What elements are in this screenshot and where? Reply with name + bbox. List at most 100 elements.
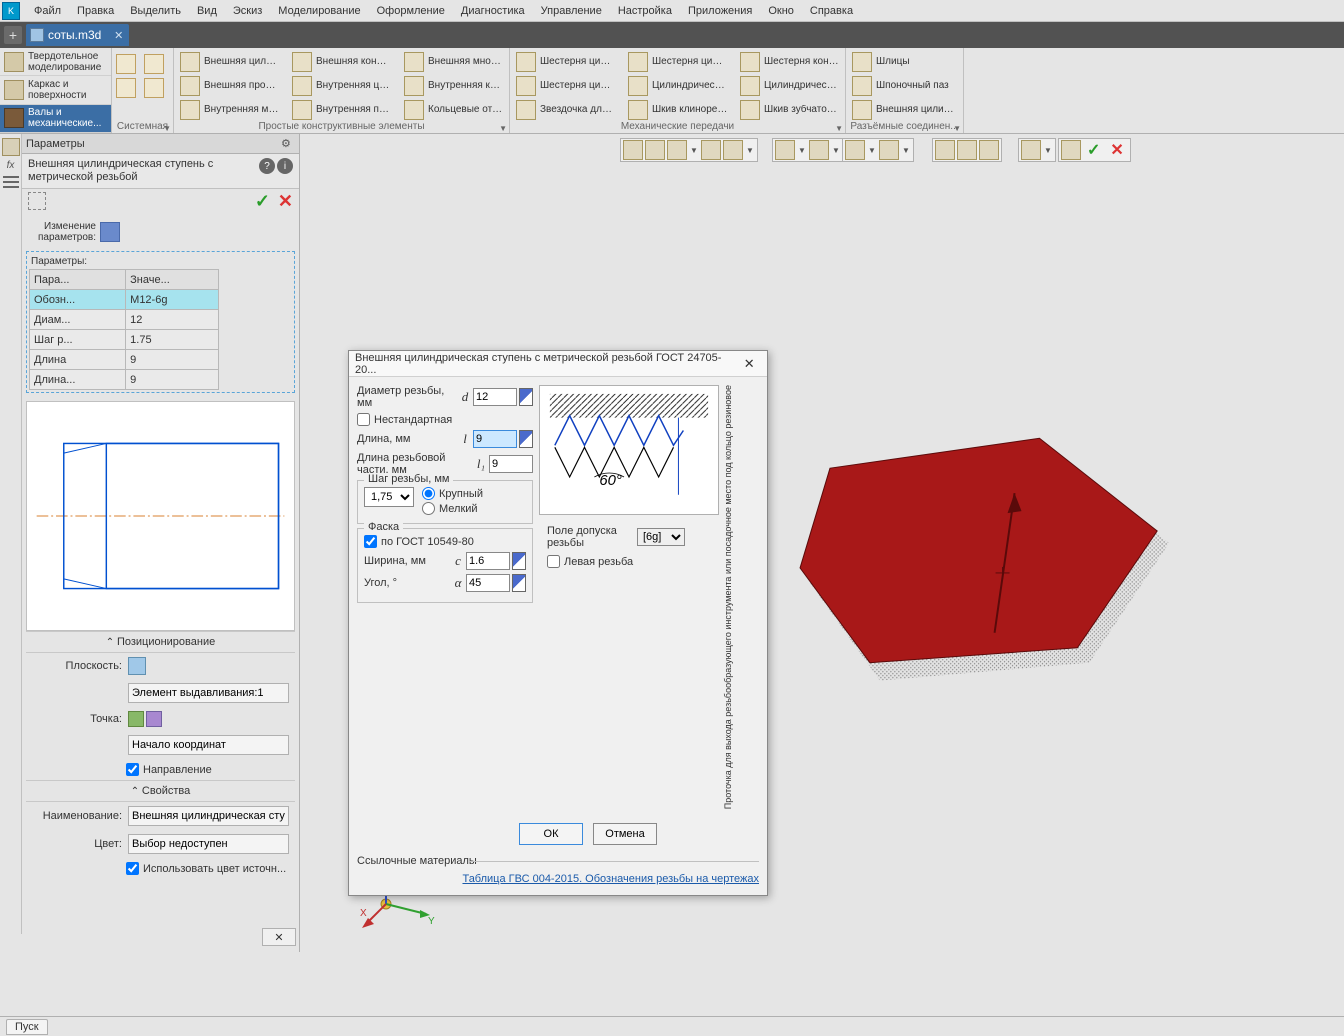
- table-row[interactable]: Шаг р...1.75: [30, 330, 219, 350]
- direction-checkbox[interactable]: [126, 763, 139, 776]
- menu-file[interactable]: Файл: [26, 2, 69, 20]
- chamfer-angle-input[interactable]: [466, 574, 510, 592]
- menu-window[interactable]: Окно: [760, 2, 802, 20]
- print-icon[interactable]: [116, 78, 136, 98]
- menu-diag[interactable]: Диагностика: [453, 2, 533, 20]
- table-row[interactable]: Длина9: [30, 350, 219, 370]
- chamfer-width-input[interactable]: [466, 552, 510, 570]
- color-field: [128, 834, 289, 854]
- save-icon[interactable]: [144, 54, 164, 74]
- hamburger-icon[interactable]: [3, 175, 19, 189]
- ext-prof-icon: [180, 76, 200, 96]
- name-field[interactable]: [128, 806, 289, 826]
- ok-button[interactable]: ОК: [519, 823, 583, 845]
- calculator-icon[interactable]: [100, 222, 120, 242]
- expand-icon[interactable]: [519, 388, 533, 406]
- autobuild-icon[interactable]: [28, 192, 46, 210]
- params-header: Параметры ⚙: [22, 134, 299, 154]
- int-poly-icon: [180, 100, 200, 120]
- shaft-icon: [4, 108, 24, 128]
- menu-design[interactable]: Оформление: [369, 2, 453, 20]
- menu-edit[interactable]: Правка: [69, 2, 122, 20]
- cancel-button[interactable]: ✕: [278, 191, 293, 212]
- gear-icon: [516, 52, 536, 72]
- pitch-coarse-radio[interactable]: [422, 487, 435, 500]
- length-input[interactable]: [473, 430, 517, 448]
- params-subheader: Внешняя цилиндрическая ступень с метриче…: [22, 154, 299, 189]
- parameters-panel: Параметры ⚙ Внешняя цилиндрическая ступе…: [22, 134, 300, 952]
- document-tab-bar: + соты.m3d ✕: [0, 22, 1344, 48]
- workspace-solid[interactable]: Твердотельное моделирование: [0, 48, 111, 76]
- ext-cyl-button[interactable]: Внешняя цилиндрическ...: [176, 50, 284, 74]
- workspace-shafts[interactable]: Валы и механические...: [0, 105, 111, 133]
- section-properties[interactable]: Свойства: [26, 780, 295, 802]
- plane-icon[interactable]: [128, 657, 146, 675]
- sprocket-icon: [516, 100, 536, 120]
- plane-field[interactable]: [128, 683, 289, 703]
- help-icon[interactable]: ?: [259, 158, 275, 174]
- svg-text:60°: 60°: [599, 473, 621, 489]
- tree-icon[interactable]: [2, 138, 20, 156]
- menu-settings[interactable]: Настройка: [610, 2, 680, 20]
- info-icon[interactable]: i: [277, 158, 293, 174]
- tolerance-select[interactable]: [6g]: [637, 528, 685, 546]
- expand-icon[interactable]: [519, 430, 533, 448]
- ext-prof-button[interactable]: Внешняя профильная с...: [176, 74, 284, 98]
- menu-modeling[interactable]: Моделирование: [270, 2, 368, 20]
- side-toolbar: fx: [0, 134, 22, 934]
- left-thread-checkbox[interactable]: [547, 555, 560, 568]
- app-icon: K: [2, 2, 20, 20]
- point-icon[interactable]: [128, 711, 144, 727]
- reference-link[interactable]: Таблица ГВС 004-2015. Обозначения резьбы…: [357, 873, 759, 885]
- table-row[interactable]: Обозн...M12-6g: [30, 290, 219, 310]
- ribbon-group-joints: Шлицы Шпоночный паз Внешняя цилиндрическ…: [846, 48, 964, 133]
- pitch-fine-radio[interactable]: [422, 502, 435, 515]
- solid-icon: [4, 52, 24, 72]
- fx-icon[interactable]: fx: [7, 160, 15, 171]
- svg-text:X: X: [360, 908, 367, 919]
- close-icon[interactable]: ✕: [737, 356, 761, 372]
- point-field[interactable]: [128, 735, 289, 755]
- open-icon[interactable]: [116, 54, 136, 74]
- menu-view[interactable]: Вид: [189, 2, 225, 20]
- gear-icon[interactable]: ⚙: [281, 137, 295, 151]
- surface-icon: [4, 80, 24, 100]
- menu-select[interactable]: Выделить: [122, 2, 189, 20]
- ext-cyl-icon: [180, 52, 200, 72]
- document-icon: [30, 28, 44, 42]
- menu-apps[interactable]: Приложения: [680, 2, 760, 20]
- expand-icon[interactable]: [512, 574, 526, 592]
- nonstandard-checkbox[interactable]: [357, 413, 370, 426]
- tab-title: соты.m3d: [48, 28, 101, 42]
- new-tab-button[interactable]: +: [4, 26, 22, 44]
- cancel-button[interactable]: Отмена: [593, 823, 657, 845]
- table-row[interactable]: Диам...12: [30, 310, 219, 330]
- diameter-input[interactable]: [473, 388, 517, 406]
- pitch-select[interactable]: 1,75: [364, 487, 414, 507]
- status-bar: Пуск: [0, 1016, 1344, 1036]
- params-actions: ✓ ✕: [22, 189, 299, 213]
- menu-sketch[interactable]: Эскиз: [225, 2, 270, 20]
- start-tab[interactable]: Пуск: [6, 1019, 48, 1035]
- int-poly-button[interactable]: Внутренняя многогранна...: [176, 98, 284, 122]
- point-icon-2[interactable]: [146, 711, 162, 727]
- close-icon[interactable]: ✕: [114, 29, 123, 42]
- table-row[interactable]: Длина...9: [30, 370, 219, 390]
- menu-help[interactable]: Справка: [802, 2, 861, 20]
- panel-close-button[interactable]: ✕: [262, 928, 296, 946]
- vertical-caption: Проточка для выхода резьбообразующего ин…: [723, 385, 733, 809]
- key-icon: [852, 76, 872, 96]
- section-positioning[interactable]: Позиционирование: [26, 631, 295, 653]
- apply-button[interactable]: ✓: [255, 191, 270, 212]
- thread-length-input[interactable]: [489, 455, 533, 473]
- workspace-surface[interactable]: Каркас и поверхности: [0, 76, 111, 104]
- ribbon-group-elements: Внешняя цилиндрическ... Внешняя профильн…: [174, 48, 510, 133]
- menu-manage[interactable]: Управление: [533, 2, 610, 20]
- use-src-color-checkbox[interactable]: [126, 862, 139, 875]
- expand-icon[interactable]: [512, 552, 526, 570]
- dialog-titlebar[interactable]: Внешняя цилиндрическая ступень с метриче…: [349, 351, 767, 377]
- document-tab[interactable]: соты.m3d ✕: [26, 24, 129, 46]
- saveall-icon[interactable]: [144, 78, 164, 98]
- chamfer-gost-checkbox[interactable]: [364, 535, 377, 548]
- thread-preview: 60°: [539, 385, 719, 515]
